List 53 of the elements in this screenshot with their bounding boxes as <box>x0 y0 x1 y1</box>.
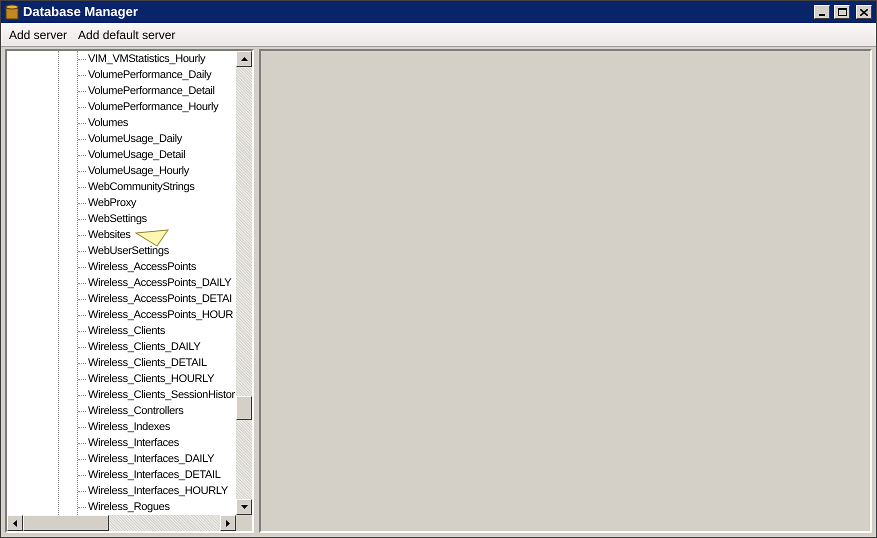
tree-item[interactable]: Wireless_Rogues <box>88 500 170 514</box>
maximize-button[interactable] <box>834 5 850 19</box>
tree-item[interactable]: Wireless_Clients_HOURLY <box>88 372 214 386</box>
down-arrow-icon <box>240 505 248 509</box>
tree-item[interactable]: Wireless_Interfaces_DETAIL <box>88 468 221 482</box>
tree-item[interactable]: Websites <box>88 228 131 242</box>
scroll-right-button[interactable] <box>220 515 236 531</box>
tree-item[interactable]: Wireless_Clients <box>88 324 166 338</box>
tree-item[interactable]: WebProxy <box>88 196 136 210</box>
tree-item[interactable]: VolumeUsage_Detail <box>88 148 186 162</box>
menu-item[interactable]: Add server <box>9 26 68 44</box>
tree-item[interactable]: Wireless_AccessPoints_DETAI <box>88 292 232 306</box>
tree-item[interactable]: VolumeUsage_Daily <box>88 132 182 146</box>
tree-item[interactable]: Wireless_Interfaces_HOURLY <box>88 484 228 498</box>
tree-item[interactable]: Wireless_AccessPoints_DAILY <box>88 276 232 290</box>
minimize-icon <box>819 14 825 16</box>
tree-item[interactable]: Wireless_Controllers <box>88 404 184 418</box>
close-icon <box>860 8 868 16</box>
tree-item[interactable]: Wireless_AccessPoints <box>88 260 196 274</box>
scrollbar-corner <box>236 515 252 531</box>
menu-item[interactable]: Add default server <box>78 26 176 44</box>
left-arrow-icon <box>13 520 17 526</box>
database-icon <box>5 4 19 20</box>
tree-item[interactable]: Wireless_Clients_SessionHistor <box>88 388 235 402</box>
tree-item[interactable]: VolumeUsage_Hourly <box>88 164 189 178</box>
tree-item[interactable]: Wireless_Interfaces_DAILY <box>88 452 214 466</box>
tree-item[interactable]: Wireless_Indexes <box>88 420 170 434</box>
tree-item[interactable]: VolumePerformance_Daily <box>88 68 212 82</box>
horizontal-scrollbar[interactable] <box>7 515 236 531</box>
scroll-left-button[interactable] <box>7 515 23 531</box>
tree-item[interactable]: VolumePerformance_Hourly <box>88 100 218 114</box>
maximize-icon <box>838 8 846 16</box>
minimize-button[interactable] <box>814 5 830 19</box>
tree-item[interactable]: WebSettings <box>88 212 147 226</box>
tree-item[interactable]: WebCommunityStrings <box>88 180 195 194</box>
tree-item[interactable]: VolumePerformance_Detail <box>88 84 215 98</box>
tree-item[interactable]: Wireless_Interfaces <box>88 436 179 450</box>
vertical-scrollbar[interactable] <box>236 51 252 515</box>
right-arrow-icon <box>226 520 230 526</box>
close-button[interactable] <box>856 5 872 19</box>
tree-item[interactable]: WebUserSettings <box>88 244 169 258</box>
tree-item[interactable]: Wireless_AccessPoints_HOUR <box>88 308 234 322</box>
tree-item[interactable]: Wireless_Clients_DETAIL <box>88 356 207 370</box>
tree-item[interactable]: Wireless_Clients_DAILY <box>88 340 200 354</box>
scroll-up-button[interactable] <box>236 51 252 67</box>
tree-item[interactable]: VIM_VMStatistics_Hourly <box>88 52 206 66</box>
window-title: Database Manager <box>23 3 139 22</box>
pointer-arrow-icon <box>135 229 169 247</box>
scroll-down-button[interactable] <box>236 499 252 515</box>
scroll-thumb[interactable] <box>236 396 252 420</box>
tree-item[interactable]: Volumes <box>88 116 128 130</box>
scroll-thumb[interactable] <box>23 515 109 531</box>
up-arrow-icon <box>240 57 248 61</box>
